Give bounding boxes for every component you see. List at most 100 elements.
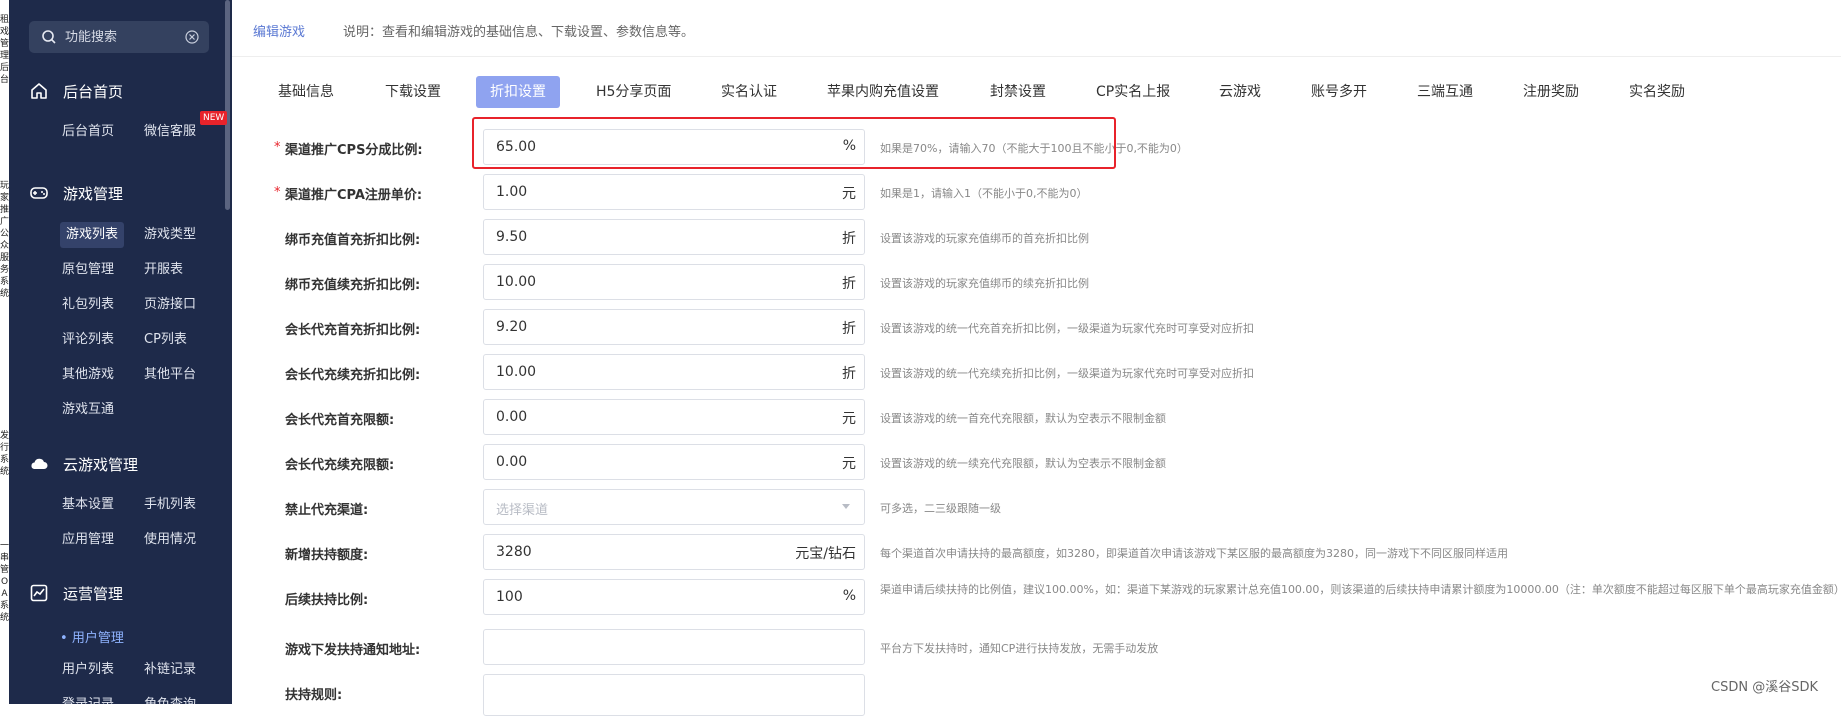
- banned-channels-select[interactable]: 选择渠道: [483, 489, 865, 525]
- strip-char: 广: [0, 217, 9, 227]
- section-operations[interactable]: 运营管理: [29, 579, 123, 607]
- tab-tri-platform-interop[interactable]: 三端互通: [1417, 76, 1473, 108]
- sidebar-item-basic-settings[interactable]: 基本设置: [56, 492, 120, 518]
- form-row-support-rules: 扶持规则:: [232, 674, 1841, 716]
- strip-char: 租: [0, 15, 9, 25]
- form-row-bind-renew-discount: 绑币充值续充折扣比例: 10.00 折 设置该游戏的玩家充值绑币的续充折扣比例: [232, 264, 1841, 300]
- user-management-label: 用户管理: [71, 631, 124, 646]
- field-value: 9.50: [496, 229, 528, 245]
- field-unit: 折: [842, 321, 856, 337]
- guild-first-limit-input[interactable]: 0.00 元: [483, 399, 865, 435]
- tab-cloud-game[interactable]: 云游戏: [1219, 76, 1261, 108]
- sidebar-item-wechat-service[interactable]: 微信客服: [138, 119, 202, 145]
- tab-real-name-auth[interactable]: 实名认证: [721, 76, 777, 108]
- field-hint: 设置该游戏的统一首充代充限额，默认为空表示不限制金额: [880, 412, 1166, 425]
- cpa-price-input[interactable]: 1.00 元: [483, 174, 865, 210]
- field-label: 绑币充值续充折扣比例:: [285, 278, 421, 293]
- required-marker: *: [274, 185, 281, 200]
- guild-first-discount-input[interactable]: 9.20 折: [483, 309, 865, 345]
- form-row-banned-channels: 禁止代充渠道: 选择渠道 可多选，二三级跟随一级: [232, 489, 1841, 525]
- sidebar-item-admin-home[interactable]: 后台首页: [56, 119, 120, 145]
- function-search-input[interactable]: [63, 28, 177, 46]
- field-unit: 元宝/钻石: [795, 546, 856, 562]
- field-value: 0.00: [496, 409, 528, 425]
- field-label: 会长代充续充折扣比例:: [285, 368, 421, 383]
- form-row-guild-renew-limit: 会长代充续充限额: 0.00 元 设置该游戏的统一续充代充限额，默认为空表示不限…: [232, 444, 1841, 480]
- sidebar-item-relink-records[interactable]: 补链记录: [138, 657, 202, 683]
- tab-apple-iap-settings[interactable]: 苹果内购充值设置: [827, 76, 939, 108]
- bind-first-discount-input[interactable]: 9.50 折: [483, 219, 865, 255]
- strip-char: 一: [0, 541, 9, 551]
- strip-group-4[interactable]: 一串管OA系统: [0, 540, 9, 624]
- followup-ratio-input[interactable]: 100 %: [483, 579, 865, 615]
- strip-char: 管: [0, 565, 9, 575]
- support-quota-input[interactable]: 3280 元宝/钻石: [483, 534, 865, 570]
- field-unit: 折: [842, 276, 856, 292]
- field-label: 绑币充值首充折扣比例:: [285, 233, 421, 248]
- field-label: 后续扶持比例:: [285, 593, 369, 608]
- sidebar-item-original-package[interactable]: 原包管理: [56, 257, 120, 283]
- guild-renew-discount-input[interactable]: 10.00 折: [483, 354, 865, 390]
- sidebar-item-login-records[interactable]: 登录记录: [56, 692, 120, 704]
- page-title[interactable]: 编辑游戏: [253, 21, 305, 40]
- sidebar-scrollbar[interactable]: [225, 0, 230, 210]
- strip-char: 公: [0, 229, 9, 239]
- tab-ban-settings[interactable]: 封禁设置: [990, 76, 1046, 108]
- sidebar-item-phone-list[interactable]: 手机列表: [138, 492, 202, 518]
- strip-group-2[interactable]: 玩家推广公众服务系统: [0, 180, 9, 300]
- cloud-icon: [31, 458, 48, 469]
- field-value: 3280: [496, 544, 532, 560]
- section-cloud-game[interactable]: 云游戏管理: [29, 450, 138, 478]
- support-rules-textarea[interactable]: [483, 674, 865, 716]
- strip-group-1[interactable]: 租戏管理后台: [0, 14, 9, 86]
- strip-char: 推: [0, 205, 9, 215]
- section-game-management[interactable]: 游戏管理: [29, 179, 123, 207]
- field-label: 新增扶持额度:: [285, 548, 369, 563]
- strip-char: 后: [0, 63, 9, 73]
- field-hint: 平台方下发扶持时，通知CP进行扶持发放，无需手动发放: [880, 642, 1159, 655]
- tab-h5-share-page[interactable]: H5分享页面: [596, 76, 671, 108]
- section-home[interactable]: 后台首页: [29, 77, 123, 105]
- guild-renew-limit-input[interactable]: 0.00 元: [483, 444, 865, 480]
- bind-renew-discount-input[interactable]: 10.00 折: [483, 264, 865, 300]
- tab-real-name-reward[interactable]: 实名奖励: [1629, 76, 1685, 108]
- strip-char: 戏: [0, 27, 9, 37]
- field-label: 会长代充续充限额:: [285, 458, 395, 473]
- tab-basic-info[interactable]: 基础信息: [278, 76, 334, 108]
- tab-discount-settings[interactable]: 折扣设置: [476, 76, 560, 108]
- strip-group-3[interactable]: 发行系统: [0, 430, 9, 478]
- sidebar-item-other-games[interactable]: 其他游戏: [56, 362, 120, 388]
- sidebar-item-other-platforms[interactable]: 其他平台: [138, 362, 202, 388]
- strip-char: 发: [0, 431, 9, 441]
- sidebar-item-game-list[interactable]: 游戏列表: [60, 222, 125, 248]
- sidebar-item-gift-list[interactable]: 礼包列表: [56, 292, 120, 318]
- sidebar-item-cp-list[interactable]: CP列表: [138, 327, 193, 353]
- sidebar-item-game-interop[interactable]: 游戏互通: [56, 397, 120, 423]
- sidebar-item-webgame-api[interactable]: 页游接口: [138, 292, 202, 318]
- sidebar-item-user-management[interactable]: • 用户管理: [60, 627, 124, 646]
- sidebar-item-usage[interactable]: 使用情况: [138, 527, 202, 553]
- field-unit: %: [842, 588, 856, 604]
- close-circle-icon[interactable]: [185, 30, 199, 44]
- field-hint: 设置该游戏的统一续充代充限额，默认为空表示不限制金额: [880, 457, 1166, 470]
- main-content: 编辑游戏 说明：查看和编辑游戏的基础信息、下载设置、参数信息等。 基础信息 下载…: [232, 0, 1841, 716]
- sidebar-item-game-type[interactable]: 游戏类型: [138, 222, 202, 248]
- sidebar-item-app-management[interactable]: 应用管理: [56, 527, 120, 553]
- function-search-box[interactable]: [29, 21, 209, 53]
- field-hint: 设置该游戏的玩家充值绑币的续充折扣比例: [880, 277, 1089, 290]
- tab-cp-real-name-report[interactable]: CP实名上报: [1096, 76, 1170, 108]
- left-vertical-strip: 租戏管理后台 玩家推广公众服务系统 发行系统 一串管OA系统: [0, 0, 9, 704]
- form-row-guild-renew-discount: 会长代充续充折扣比例: 10.00 折 设置该游戏的统一代充续充折扣比例，一级渠…: [232, 354, 1841, 390]
- sidebar-item-role-query[interactable]: 角色查询: [138, 692, 202, 704]
- tab-download-settings[interactable]: 下载设置: [385, 76, 441, 108]
- field-hint: 设置该游戏的玩家充值绑币的首充折扣比例: [880, 232, 1089, 245]
- notify-url-input[interactable]: [483, 629, 865, 665]
- tab-register-reward[interactable]: 注册奖励: [1523, 76, 1579, 108]
- tab-multi-account[interactable]: 账号多开: [1311, 76, 1367, 108]
- field-hint: 渠道申请后续扶持的比例值，建议100.00%，如：渠道下某游戏的玩家累计总充值1…: [880, 583, 1841, 596]
- sidebar-item-comment-list[interactable]: 评论列表: [56, 327, 120, 353]
- sidebar-item-server-table[interactable]: 开服表: [138, 257, 189, 283]
- field-label: 会长代充首充折扣比例:: [285, 323, 421, 338]
- sidebar-item-user-list[interactable]: 用户列表: [56, 657, 120, 683]
- field-unit: 元: [842, 411, 856, 427]
